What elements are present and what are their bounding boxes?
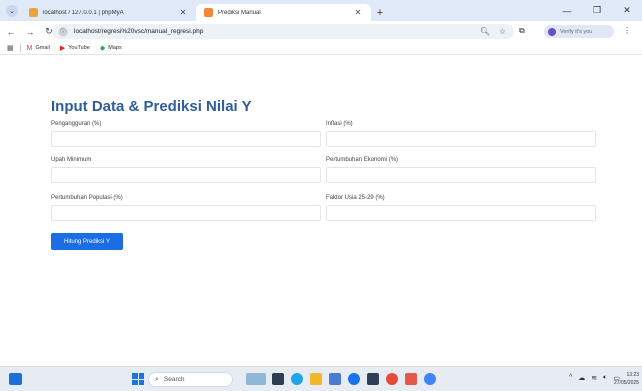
pertumbuhan-ekonomi-input[interactable]: [326, 167, 596, 183]
field-inflasi: Inflasi (%): [326, 121, 596, 147]
address-bar[interactable]: ⓘ localhost/regresi%20vsc/manual_regresi…: [52, 24, 514, 39]
edge-icon[interactable]: [291, 373, 303, 385]
divider: [19, 44, 21, 52]
wifi-icon[interactable]: ≋: [591, 374, 597, 382]
windows-taskbar: ⌕ Search ^ ☁ ≋ 🔈︎ ▭ 13:23 27/05/2025: [0, 366, 642, 391]
field-upah-minimum: Upah Minimum: [51, 157, 321, 183]
chevron-down-icon: ⌄: [6, 4, 18, 17]
task-view-icon[interactable]: [272, 373, 284, 385]
profile-button[interactable]: Verify it's you: [544, 25, 614, 38]
bookmark-star-icon[interactable]: ☆: [499, 27, 506, 36]
new-tab-button[interactable]: +: [371, 4, 389, 21]
site-info-icon[interactable]: ⓘ: [58, 26, 68, 37]
tab-title: localhost / 127.0.0.1 | phpMyA: [43, 9, 124, 16]
maps-icon: ◆: [99, 45, 106, 52]
app-icon[interactable]: [386, 373, 398, 385]
tab-search-button[interactable]: ⌄: [3, 2, 21, 19]
field-faktor-usia: Faktor Usia 25-29 (%): [326, 195, 596, 221]
tab-phpmyadmin[interactable]: localhost / 127.0.0.1 | phpMyA ✕: [21, 4, 196, 21]
taskbar-search[interactable]: ⌕ Search: [148, 372, 233, 387]
page-content: Input Data & Prediksi Nilai Y Penganggur…: [0, 56, 642, 366]
inflasi-input[interactable]: [326, 131, 596, 147]
faktor-usia-input[interactable]: [326, 205, 596, 221]
hitung-prediksi-button[interactable]: Hitung Prediksi Y: [51, 233, 123, 250]
widgets-icon[interactable]: [9, 373, 22, 385]
field-label: Upah Minimum: [51, 157, 92, 163]
teams-icon[interactable]: [329, 373, 341, 385]
copilot-icon[interactable]: [246, 373, 266, 385]
page-title: Input Data & Prediksi Nilai Y: [51, 98, 252, 115]
chrome-profile-icon[interactable]: [424, 373, 436, 385]
field-label: Faktor Usia 25-29 (%): [326, 195, 385, 201]
bookmark-gmail[interactable]: M Gmail: [27, 45, 50, 52]
menu-kebab-icon[interactable]: ⋮: [623, 26, 631, 35]
field-label: Inflasi (%): [326, 121, 353, 127]
bookmark-label: Gmail: [35, 45, 50, 51]
url-text[interactable]: localhost/regresi%20vsc/manual_regresi.p…: [74, 28, 203, 35]
chevron-up-icon[interactable]: ^: [569, 374, 572, 382]
youtube-icon: ▶: [59, 45, 66, 52]
system-tray: ^ ☁ ≋ 🔈︎ ▭: [569, 374, 620, 382]
clock-time: 13:23: [626, 372, 640, 378]
clock[interactable]: 13:23 27/05/2025: [614, 371, 639, 387]
chrome-icon[interactable]: [348, 373, 360, 385]
bookmark-label: YouTube: [68, 45, 90, 51]
cloud-icon[interactable]: ☁: [578, 374, 585, 382]
browser-toolbar: ← → ↻ ⓘ localhost/regresi%20vsc/manual_r…: [0, 21, 642, 42]
tab-title: Prediksi Manual: [218, 9, 261, 16]
field-pertumbuhan-ekonomi: Pertumbuhan Ekonomi (%): [326, 157, 596, 183]
field-label: Pengangguran (%): [51, 121, 102, 127]
bookmark-youtube[interactable]: ▶ YouTube: [60, 44, 90, 52]
field-pengangguran: Pengangguran (%): [51, 121, 321, 147]
tab-prediksi-manual[interactable]: Prediksi Manual ✕: [196, 4, 371, 21]
start-windows-icon[interactable]: [132, 373, 144, 385]
phpmyadmin-favicon-icon: [29, 8, 38, 17]
apps-grid-icon[interactable]: ▦: [7, 44, 14, 52]
restore-icon[interactable]: ❐: [582, 0, 612, 21]
volume-icon[interactable]: 🔈︎: [603, 374, 607, 382]
pertumbuhan-populasi-input[interactable]: [51, 205, 321, 221]
page-favicon-icon: [204, 8, 213, 17]
upah-minimum-input[interactable]: [51, 167, 321, 183]
field-label: Pertumbuhan Ekonomi (%): [326, 157, 399, 163]
store-icon[interactable]: [367, 373, 379, 385]
bookmark-maps[interactable]: ◆ Maps: [100, 44, 122, 52]
profile-label: Verify it's you: [560, 28, 593, 35]
close-icon[interactable]: ✕: [178, 8, 188, 17]
bookmarks-bar: ▦ M Gmail ▶ YouTube ◆ Maps: [0, 42, 642, 55]
back-arrow-icon[interactable]: ←: [3, 24, 19, 40]
field-label: Pertumbuhan Populasi (%): [51, 195, 123, 201]
search-placeholder: Search: [163, 376, 185, 383]
minimize-icon[interactable]: —: [552, 0, 582, 21]
zoom-icon[interactable]: 🔍︎: [480, 27, 490, 36]
close-icon[interactable]: ✕: [353, 8, 363, 17]
gmail-icon: M: [26, 44, 33, 52]
photos-icon[interactable]: [405, 373, 417, 385]
extensions-icon[interactable]: ⧉: [519, 26, 525, 36]
clock-date: 27/05/2025: [614, 380, 640, 386]
browser-tab-strip: ⌄ localhost / 127.0.0.1 | phpMyA ✕ Predi…: [0, 0, 642, 21]
search-icon: ⌕: [155, 375, 159, 383]
file-explorer-icon[interactable]: [310, 373, 322, 385]
close-window-icon[interactable]: ✕: [612, 0, 642, 21]
pengangguran-input[interactable]: [51, 131, 321, 147]
field-pertumbuhan-populasi: Pertumbuhan Populasi (%): [51, 195, 321, 221]
forward-arrow-icon[interactable]: →: [22, 24, 38, 40]
avatar: [548, 27, 556, 36]
window-controls: — ❐ ✕: [552, 0, 642, 21]
bookmark-label: Maps: [108, 45, 122, 51]
